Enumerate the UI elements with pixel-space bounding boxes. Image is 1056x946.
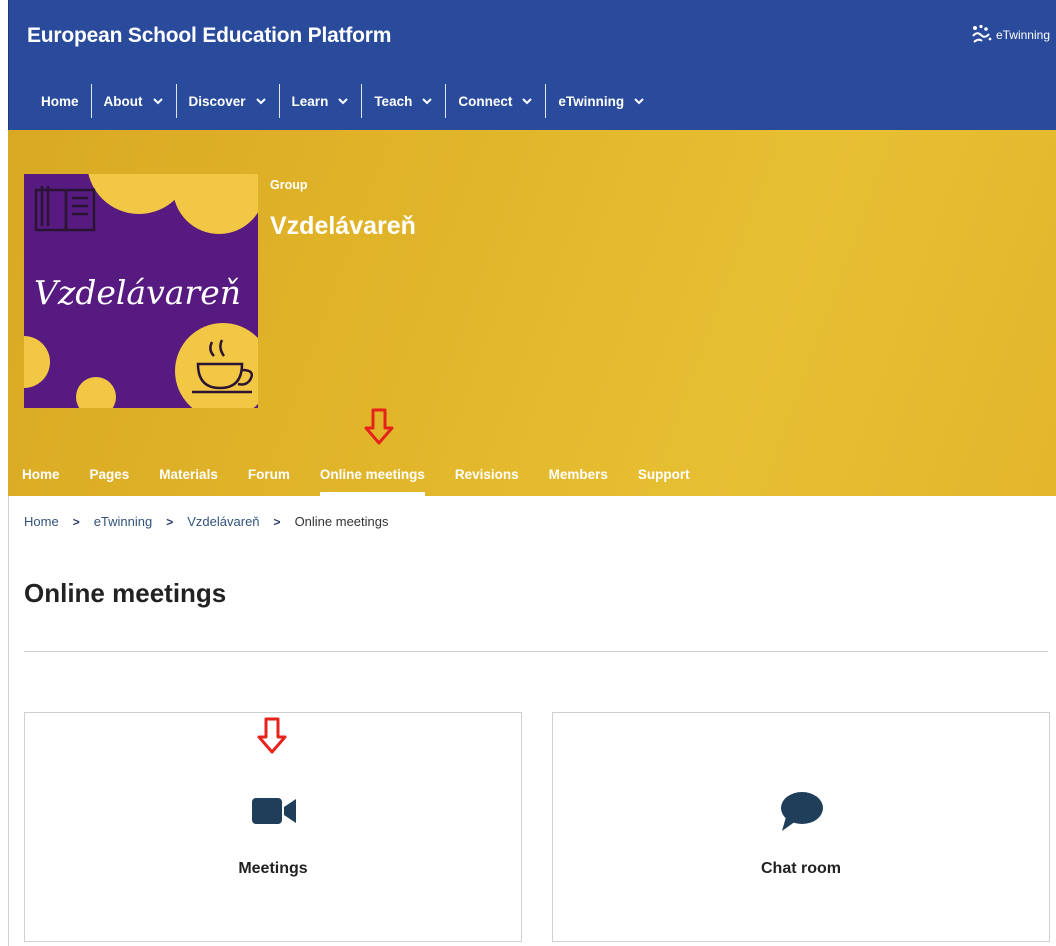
- chevron-down-icon: [422, 98, 433, 105]
- chat-room-card-label: Chat room: [761, 860, 841, 877]
- annotation-arrow-down-icon: [364, 408, 394, 445]
- group-tabs: Home Pages Materials Forum Online meetin…: [22, 452, 720, 496]
- page-left-border: [8, 496, 9, 946]
- tab-forum[interactable]: Forum: [248, 452, 290, 496]
- group-type-label: Group: [270, 178, 308, 192]
- nav-about[interactable]: About: [92, 84, 176, 118]
- breadcrumb-group[interactable]: Vzdelávareň: [187, 514, 259, 529]
- chat-room-card[interactable]: Chat room: [552, 712, 1050, 942]
- breadcrumb-home[interactable]: Home: [24, 514, 59, 529]
- annotation-arrow-down-icon: [257, 717, 287, 754]
- meetings-card-label: Meetings: [238, 860, 308, 877]
- group-banner: Vzdelávareň Group Vzdelávareň Home Pages…: [8, 130, 1056, 496]
- group-logo: Vzdelávareň: [24, 174, 258, 408]
- etwinning-logo-icon: [972, 24, 992, 43]
- site-title[interactable]: European School Education Platform: [27, 24, 391, 48]
- group-title: Vzdelávareň: [270, 212, 416, 240]
- group-logo-image: Vzdelávareň: [24, 174, 258, 408]
- brand-label: eTwinning: [995, 28, 1050, 42]
- nav-etwinning[interactable]: eTwinning: [546, 84, 657, 118]
- breadcrumb-separator-icon: >: [273, 514, 281, 529]
- tab-online-meetings[interactable]: Online meetings: [319, 452, 425, 496]
- nav-teach-label: Teach: [374, 93, 413, 109]
- tab-revisions[interactable]: Revisions: [455, 452, 519, 496]
- nav-home[interactable]: Home: [27, 84, 91, 118]
- meetings-card[interactable]: Meetings: [24, 712, 522, 942]
- tab-members[interactable]: Members: [549, 452, 608, 496]
- nav-about-label: About: [103, 93, 143, 109]
- tab-pages[interactable]: Pages: [90, 452, 130, 496]
- video-camera-icon: [252, 798, 296, 824]
- nav-etwinning-label: eTwinning: [558, 93, 625, 109]
- tab-support[interactable]: Support: [638, 452, 690, 496]
- nav-learn-label: Learn: [291, 93, 329, 109]
- chevron-down-icon: [338, 98, 349, 105]
- site-header: European School Education Platform eTwin…: [8, 0, 1056, 130]
- tab-home[interactable]: Home: [22, 452, 60, 496]
- page-title: Online meetings: [24, 578, 227, 608]
- chevron-down-icon: [522, 98, 533, 105]
- breadcrumb: Home > eTwinning > Vzdelávareň > Online …: [24, 514, 389, 529]
- nav-discover-label: Discover: [188, 93, 246, 109]
- chevron-down-icon: [255, 98, 266, 105]
- nav-connect[interactable]: Connect: [446, 84, 545, 118]
- chevron-down-icon: [152, 98, 163, 105]
- nav-discover[interactable]: Discover: [177, 84, 279, 118]
- tab-materials[interactable]: Materials: [159, 452, 218, 496]
- nav-home-label: Home: [41, 93, 79, 109]
- breadcrumb-current: Online meetings: [294, 514, 389, 529]
- nav-connect-label: Connect: [458, 93, 513, 109]
- breadcrumb-separator-icon: >: [166, 514, 174, 529]
- chat-bubble-icon: [781, 792, 823, 831]
- svg-text:Vzdelávareň: Vzdelávareň: [34, 273, 241, 312]
- breadcrumb-separator-icon: >: [72, 514, 80, 529]
- nav-learn[interactable]: Learn: [280, 84, 362, 118]
- etwinning-brand[interactable]: eTwinning: [969, 24, 1050, 46]
- chevron-down-icon: [634, 98, 644, 105]
- main-nav: Home About Discover Learn Teach Connect: [27, 84, 657, 118]
- breadcrumb-etwinning[interactable]: eTwinning: [94, 514, 153, 529]
- nav-teach[interactable]: Teach: [362, 84, 445, 118]
- divider: [24, 651, 1048, 652]
